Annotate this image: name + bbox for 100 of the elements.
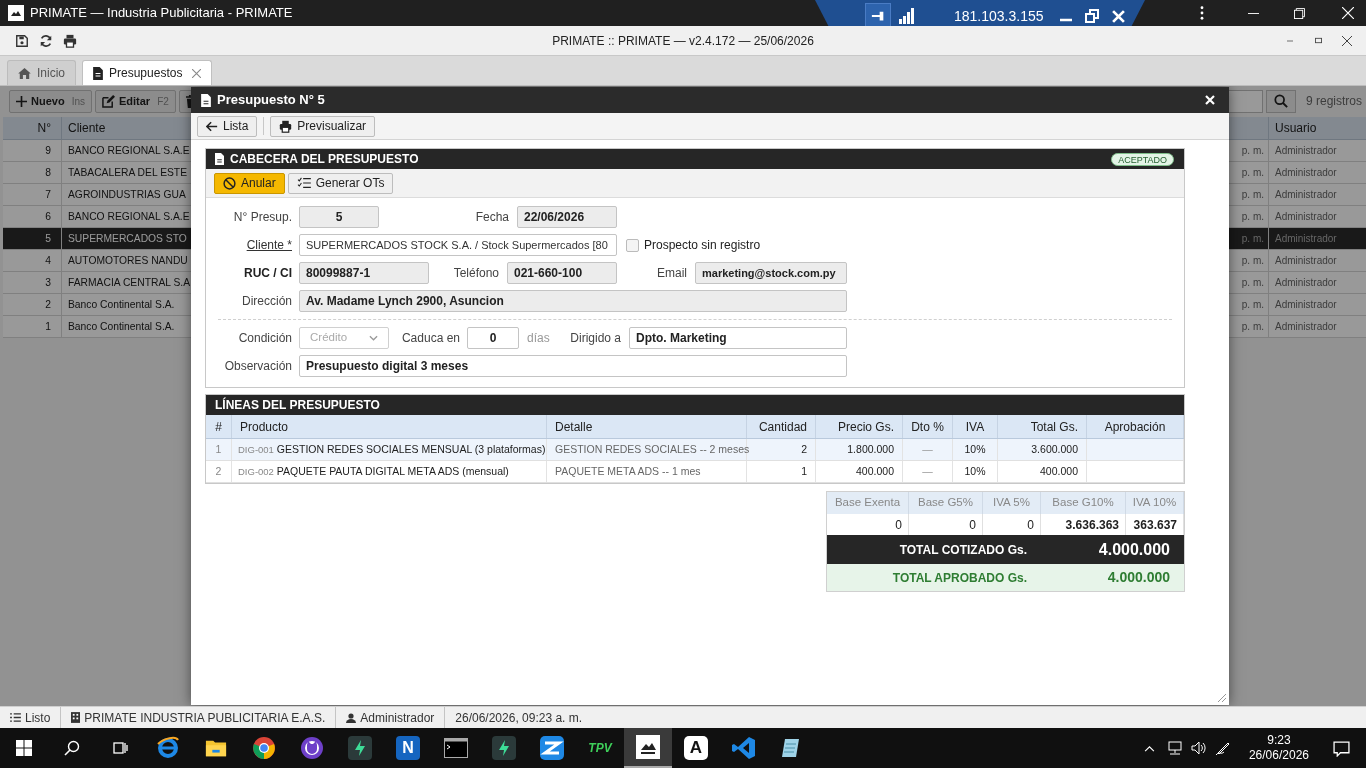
app-icon[interactable]: A	[684, 736, 708, 760]
field-label: Email	[657, 266, 687, 280]
table-cell-text: 0	[1027, 516, 1034, 534]
client-link[interactable]: Cliente *	[246, 238, 292, 252]
checkbox-label: Prospecto sin registro	[644, 237, 761, 254]
tab[interactable]: Presupuestos	[82, 60, 213, 85]
table-cell: FARMACIA CENTRAL S.A	[68, 276, 191, 288]
status-text: PRIMATE INDUSTRIA PUBLICITARIA E.A.S.	[84, 709, 326, 727]
table-cell: Banco Continental S.A.	[68, 298, 175, 310]
app-version-title: PRIMATE :: PRIMATE — v2.4.172 — 25/06/2026	[552, 33, 814, 48]
column-header: IVA	[965, 418, 985, 436]
total-label: TOTAL COTIZADO Gs.	[899, 542, 1027, 557]
column-header: N°	[3, 117, 62, 139]
table-cell-text: 363.637	[1133, 516, 1177, 534]
table-cell: p. m.	[1241, 167, 1264, 178]
edit-button[interactable]: Editar F2	[94, 89, 176, 113]
table-cell: Administrador	[1275, 189, 1337, 200]
window-title: PRIMATE — Industria Publicitaria - PRIMATE	[30, 4, 293, 23]
column-header: Dto %	[911, 418, 944, 436]
ip-address: 181.103.3.155	[954, 6, 1044, 26]
status-text: Administrador	[360, 709, 435, 727]
clock-time: 9:23	[1267, 733, 1291, 748]
column-header: Base G5%	[918, 495, 973, 511]
clock-date: 26/06/2026	[1248, 748, 1309, 763]
table-cell-text: 400.000	[856, 463, 894, 479]
field-label: Observación	[224, 359, 292, 373]
table-row[interactable]: 1 DIG-001 GESTION REDES SOCIALES MENSUAL (3 plataformas) GESTION REDES SOCIALES -- 2 meses 2 1.800.000 — 10% 3.600.000	[206, 439, 1184, 461]
table-cell: Administrador	[1275, 211, 1337, 222]
column-header: Total Gs.	[1030, 418, 1078, 436]
table-cell: Administrador	[1275, 255, 1337, 266]
input-field[interactable]: 5	[299, 206, 379, 228]
input-field[interactable]: SUPERMERCADOS STOCK S.A. / Stock Supermercados [80	[299, 234, 617, 256]
cancel-button[interactable]: Anular	[214, 172, 285, 194]
table-cell-text: 1.800.000	[847, 441, 894, 457]
column-header: IVA 10%	[1132, 495, 1177, 511]
generate-button[interactable]: Generar OTs	[287, 172, 394, 194]
section-title: CABECERA DEL PRESUPUESTO	[230, 151, 419, 168]
input-field[interactable]: Presupuesto digital 3 meses	[299, 355, 847, 377]
table-cell-text: 3.600.000	[1031, 441, 1078, 457]
table-cell: Administrador	[1275, 321, 1337, 332]
table-cell: Administrador	[1275, 299, 1337, 310]
table-cell: p. m.	[1241, 189, 1264, 200]
table-cell-text: 0	[969, 516, 976, 534]
input-field[interactable]: 80099887-1	[299, 262, 429, 284]
column-header: Producto	[240, 418, 289, 436]
back-button[interactable]: Lista	[197, 115, 258, 137]
table-cell-text: 400.000	[1040, 463, 1078, 479]
column-header: Base Exenta	[834, 495, 901, 511]
input-field[interactable]: Dpto. Marketing	[629, 327, 847, 349]
table-cell-text: GESTION REDES SOCIALES -- 2 meses	[555, 441, 750, 457]
table-cell: TABACALERA DEL ESTE	[68, 166, 188, 178]
status-badge: ACEPTADO	[1111, 152, 1174, 166]
field-label: Dirección	[242, 294, 292, 308]
table-cell: 5	[45, 233, 51, 244]
app-icon[interactable]: N	[396, 736, 420, 760]
table-cell: p. m.	[1241, 321, 1264, 332]
table-cell-text: 1	[801, 463, 807, 479]
input-field[interactable]: 021-660-100	[507, 262, 617, 284]
column-header: #	[215, 418, 222, 436]
table-cell: 1	[45, 321, 51, 332]
column-header: Usuario	[1275, 120, 1317, 137]
input-field[interactable]: 22/06/2026	[517, 206, 617, 228]
table-cell-text: 1	[215, 441, 222, 457]
column-header: Aprobación	[1104, 418, 1166, 436]
table-cell: 3	[45, 277, 51, 288]
field-label: N° Presup.	[233, 210, 292, 224]
field-label: Fecha	[475, 210, 509, 224]
table-cell: p. m.	[1241, 299, 1264, 310]
input-field[interactable]: marketing@stock.com.py	[695, 262, 847, 284]
table-cell: 7	[45, 189, 51, 200]
field-label: Teléfono	[453, 266, 499, 280]
field-label: Dirigido a	[570, 331, 621, 345]
table-cell: AGROINDUSTRIAS GUA	[68, 188, 186, 200]
status-text: Listo	[25, 709, 51, 727]
table-cell: p. m.	[1241, 145, 1264, 156]
table-cell: p. m.	[1241, 277, 1264, 288]
total-value: 4.000.000	[1098, 540, 1170, 558]
table-cell-text: 2	[801, 441, 807, 457]
table-cell: 6	[45, 211, 51, 222]
table-cell: p. m.	[1241, 255, 1264, 266]
record-count: 9 registros	[1305, 93, 1362, 110]
table-cell-text: 3.636.363	[1065, 516, 1119, 534]
table-cell: 9	[45, 145, 51, 156]
preview-button[interactable]: Previsualizar	[270, 115, 376, 137]
table-row[interactable]: 2 DIG-002 PAQUETE PAUTA DIGITAL META ADS (mensual) PAQUETE META ADS -- 1 mes 1 400.000 — 10% 400.000	[206, 461, 1184, 483]
table-cell: SUPERMERCADOS STO	[68, 232, 187, 244]
field-label: Condición	[238, 331, 292, 345]
app-icon[interactable]: TPV	[588, 739, 612, 757]
total-value: 4.000.000	[1107, 569, 1170, 585]
table-cell: p. m.	[1241, 233, 1264, 244]
field-label: Caduca en	[401, 331, 460, 345]
table-cell: AUTOMOTORES NANDU	[68, 254, 188, 266]
input-field[interactable]: 0	[467, 327, 519, 349]
table-cell: Administrador	[1275, 277, 1337, 288]
table-cell: BANCO REGIONAL S.A.E	[68, 144, 190, 156]
input-field[interactable]: Av. Madame Lynch 2900, Asuncion	[299, 290, 847, 312]
table-cell-text: —	[922, 463, 933, 479]
column-header: Precio Gs.	[838, 418, 894, 436]
table-cell: Banco Continental S.A.	[68, 320, 175, 332]
tab[interactable]: Inicio	[7, 60, 76, 85]
